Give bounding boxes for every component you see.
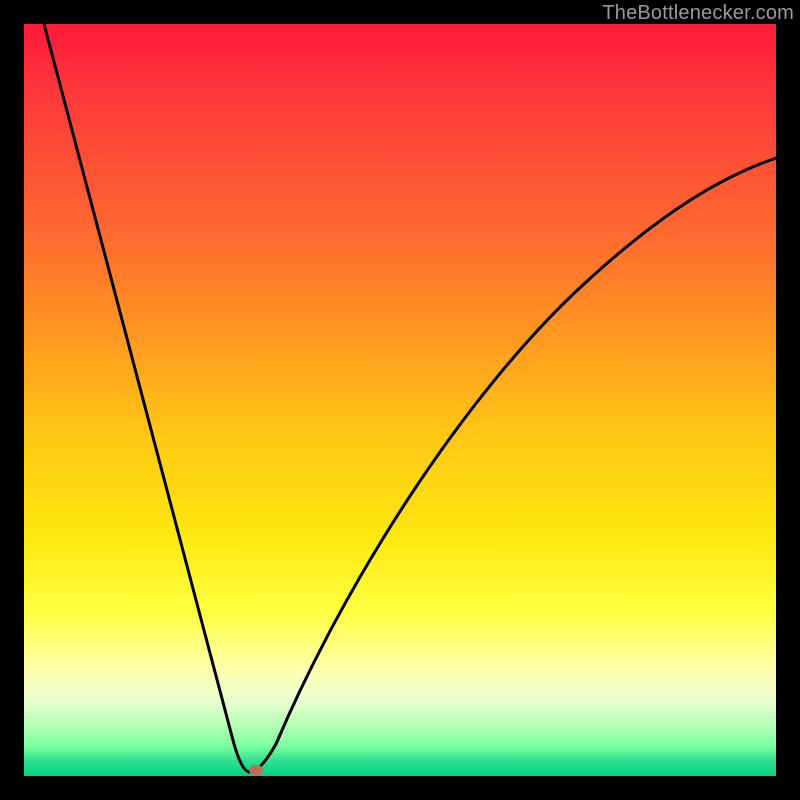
- plot-area: [24, 24, 776, 776]
- chart-frame: TheBottlenecker.com: [0, 0, 800, 800]
- watermark-text: TheBottlenecker.com: [602, 2, 794, 25]
- bottleneck-curve-path: [44, 24, 776, 772]
- optimum-marker: [249, 765, 263, 775]
- curve-svg: [24, 24, 776, 776]
